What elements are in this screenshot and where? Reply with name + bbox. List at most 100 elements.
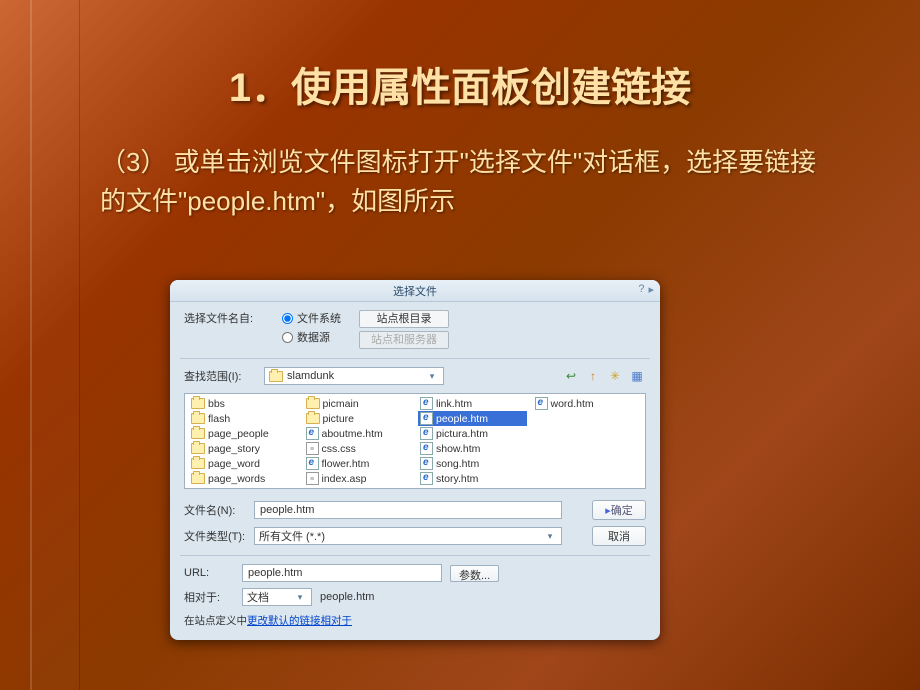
file-item[interactable]	[533, 456, 642, 471]
file-item[interactable]: bbs	[189, 396, 298, 411]
back-icon[interactable]: ↩	[562, 367, 580, 385]
source-label: 选择文件名自:	[184, 310, 264, 326]
filetype-value: 所有文件 (*.*)	[259, 528, 325, 544]
filename-value: people.htm	[260, 504, 314, 516]
change-default-link[interactable]: 更改默认的链接相对于	[247, 615, 352, 627]
ok-button[interactable]: ▸确定	[592, 500, 646, 520]
html-file-icon	[420, 427, 433, 440]
chevron-down-icon[interactable]: ▾	[293, 592, 307, 603]
file-item-label: show.htm	[436, 443, 480, 455]
file-item-label: people.htm	[436, 413, 488, 425]
chevron-down-icon[interactable]: ▾	[425, 371, 439, 382]
lookup-label: 查找范围(I):	[184, 368, 256, 384]
help-icon[interactable]: ?	[638, 283, 644, 296]
file-item-label: bbs	[208, 398, 225, 410]
file-item[interactable]: people.htm	[418, 411, 527, 426]
folder-icon	[191, 428, 205, 439]
url-label: URL:	[184, 567, 234, 579]
file-item[interactable]	[533, 441, 642, 456]
file-item-label: picture	[323, 413, 355, 425]
file-item-label: page_story	[208, 443, 260, 455]
file-item[interactable]: song.htm	[418, 456, 527, 471]
tab-site-server: 站点和服务器	[359, 331, 449, 349]
file-item[interactable]: story.htm	[418, 471, 527, 486]
up-level-icon[interactable]: ↑	[584, 367, 602, 385]
relative-combo[interactable]: 文档 ▾	[242, 588, 312, 606]
view-menu-icon[interactable]: ▦	[628, 367, 646, 385]
slide-body: （3） 或单击浏览文件图标打开"选择文件"对话框，选择要链接的文件"people…	[0, 133, 920, 221]
file-item[interactable]: ≡css.css	[304, 441, 413, 456]
relative-label: 相对于:	[184, 589, 234, 605]
file-item[interactable]	[533, 411, 642, 426]
folder-icon	[306, 413, 320, 424]
file-item[interactable]: page_story	[189, 441, 298, 456]
file-item[interactable]: pictura.htm	[418, 426, 527, 441]
html-file-icon	[535, 397, 548, 410]
html-file-icon	[420, 412, 433, 425]
cancel-button[interactable]: 取消	[592, 526, 646, 546]
file-item[interactable]: picture	[304, 411, 413, 426]
file-item-label: pictura.htm	[436, 428, 488, 440]
tab-site-root[interactable]: 站点根目录	[359, 310, 449, 328]
filetype-combo[interactable]: 所有文件 (*.*) ▾	[254, 527, 562, 545]
file-item[interactable]: page_people	[189, 426, 298, 441]
filename-input[interactable]: people.htm	[254, 501, 562, 519]
file-list[interactable]: bbs picmain link.htm word.htm flash picture pe…	[184, 393, 646, 489]
file-item[interactable]: page_words	[189, 471, 298, 486]
html-file-icon	[420, 472, 433, 485]
file-item[interactable]: flower.htm	[304, 456, 413, 471]
dialog-titlebar[interactable]: 选择文件 ? ▸	[170, 280, 660, 302]
file-item-label: word.htm	[551, 398, 594, 410]
ok-label: 确定	[611, 502, 633, 518]
slide-title: 1．使用属性面板创建链接	[0, 0, 920, 133]
file-item-label: page_people	[208, 428, 269, 440]
radio-filesystem-input[interactable]	[282, 313, 293, 324]
radio-datasource[interactable]: 数据源	[282, 329, 341, 345]
file-item-label: story.htm	[436, 473, 478, 485]
folder-icon	[191, 398, 205, 409]
html-file-icon	[306, 427, 319, 440]
chevron-down-icon[interactable]: ▾	[543, 531, 557, 542]
radio-filesystem[interactable]: 文件系统	[282, 310, 341, 326]
file-item-label: link.htm	[436, 398, 472, 410]
folder-icon	[191, 458, 205, 469]
folder-icon	[306, 398, 320, 409]
relative-file: people.htm	[320, 591, 374, 603]
lookup-combo[interactable]: slamdunk ▾	[264, 367, 444, 385]
radio-datasource-input[interactable]	[282, 332, 293, 343]
expand-icon[interactable]: ▸	[648, 283, 654, 296]
dialog-title: 选择文件	[393, 283, 437, 299]
url-value: people.htm	[248, 567, 302, 579]
radio-filesystem-label: 文件系统	[297, 310, 341, 326]
url-input[interactable]: people.htm	[242, 564, 442, 582]
decorative-stripe	[30, 0, 80, 690]
new-folder-icon[interactable]: ✳	[606, 367, 624, 385]
footer-prefix: 在站点定义中	[184, 615, 247, 627]
lookup-value: slamdunk	[287, 370, 334, 382]
file-item[interactable]: page_word	[189, 456, 298, 471]
file-item-label: picmain	[323, 398, 359, 410]
html-file-icon	[306, 457, 319, 470]
file-item[interactable]: show.htm	[418, 441, 527, 456]
file-item[interactable]	[533, 471, 642, 486]
file-item[interactable]: link.htm	[418, 396, 527, 411]
file-item[interactable]: aboutme.htm	[304, 426, 413, 441]
file-item-label: aboutme.htm	[322, 428, 383, 440]
html-file-icon	[420, 397, 433, 410]
file-item[interactable]: ≡index.asp	[304, 471, 413, 486]
folder-icon	[191, 473, 205, 484]
file-item-label: page_word	[208, 458, 260, 470]
file-item[interactable]: word.htm	[533, 396, 642, 411]
filename-label: 文件名(N):	[184, 502, 246, 518]
folder-icon	[191, 413, 205, 424]
html-file-icon	[420, 442, 433, 455]
params-button[interactable]: 参数...	[450, 565, 499, 582]
file-item[interactable]: picmain	[304, 396, 413, 411]
filetype-label: 文件类型(T):	[184, 528, 246, 544]
file-item-label: song.htm	[436, 458, 479, 470]
file-item[interactable]: flash	[189, 411, 298, 426]
file-item[interactable]	[533, 426, 642, 441]
file-icon: ≡	[306, 442, 319, 455]
select-file-dialog: 选择文件 ? ▸ 选择文件名自: 文件系统 数据源 站点根目录 站点和服务器 查…	[170, 280, 660, 640]
file-item-label: css.css	[322, 443, 356, 455]
